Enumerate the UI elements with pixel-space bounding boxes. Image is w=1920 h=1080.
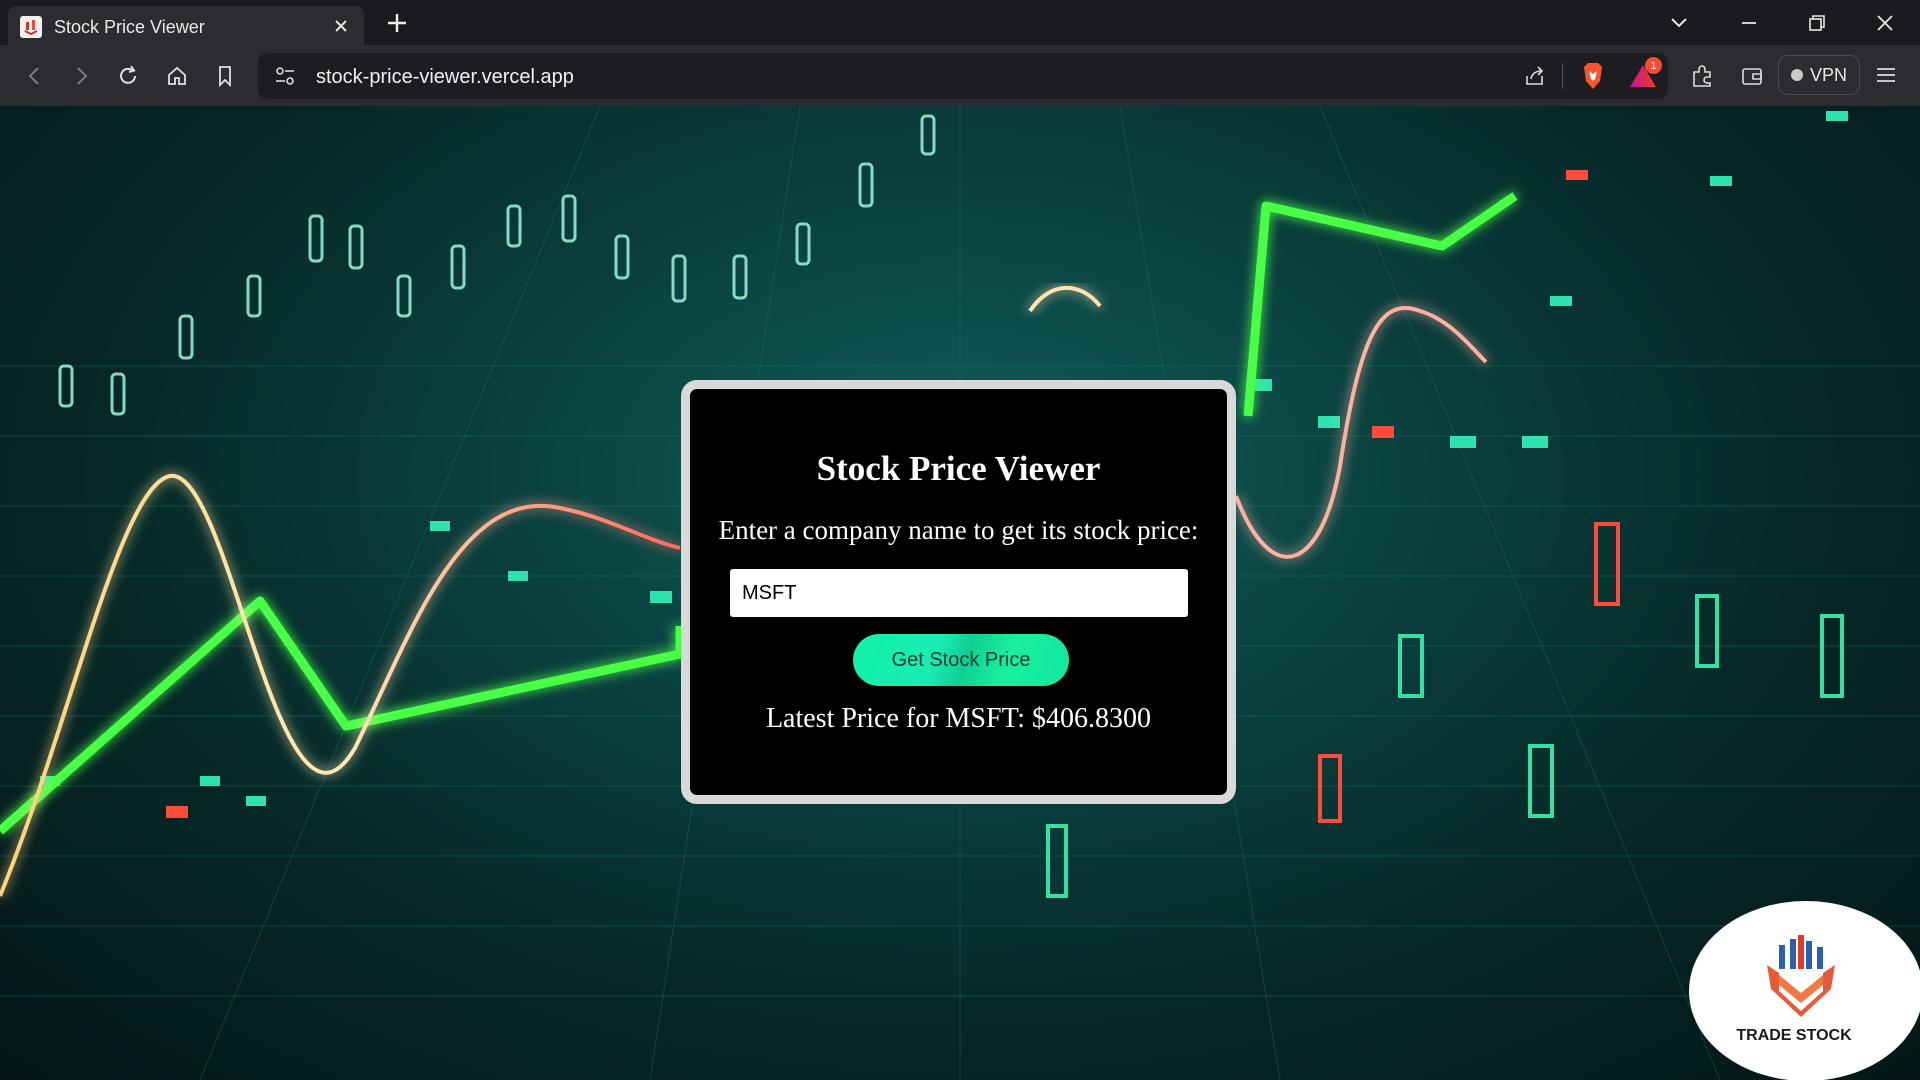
back-icon[interactable] xyxy=(20,61,50,91)
menu-icon[interactable] xyxy=(1872,61,1900,94)
vpn-label: VPN xyxy=(1809,64,1847,85)
brave-shield-icon[interactable] xyxy=(1580,61,1606,96)
page-viewport: Stock Price Viewer Enter a company name … xyxy=(0,106,1920,1080)
tab-title: Stock Price Viewer xyxy=(54,17,205,37)
stock-viewer-card: Stock Price Viewer Enter a company name … xyxy=(681,380,1236,804)
notification-badge: 1 xyxy=(1645,57,1662,74)
forward-icon[interactable] xyxy=(66,61,96,91)
wallet-icon[interactable] xyxy=(1738,62,1766,95)
trade-stock-logo: TRADE STOCK xyxy=(1689,901,1920,1080)
instruction-text: Enter a company name to get its stock pr… xyxy=(718,515,1199,545)
bookmark-icon[interactable] xyxy=(210,61,240,91)
page-title: Stock Price Viewer xyxy=(816,449,1101,488)
tab-favicon-icon xyxy=(20,16,42,38)
browser-tab[interactable]: Stock Price Viewer xyxy=(8,6,364,45)
toolbar-divider xyxy=(1562,63,1563,89)
minimize-icon[interactable] xyxy=(1736,10,1762,36)
get-stock-price-button[interactable]: Get Stock Price xyxy=(853,634,1069,686)
company-input[interactable] xyxy=(730,569,1188,617)
url-text[interactable]: stock-price-viewer.vercel.app xyxy=(316,66,574,89)
address-bar[interactable]: stock-price-viewer.vercel.app xyxy=(258,53,1668,99)
plus-icon[interactable] xyxy=(384,10,410,36)
price-result: Latest Price for MSFT: $406.8300 xyxy=(765,703,1152,734)
browser-toolbar: stock-price-viewer.vercel.app 1 VPN xyxy=(0,45,1920,106)
vpn-status-icon xyxy=(1790,69,1803,81)
tab-bar: Stock Price Viewer xyxy=(0,0,1920,45)
home-icon[interactable] xyxy=(162,61,192,91)
close-window-icon[interactable] xyxy=(1872,10,1898,36)
share-icon[interactable] xyxy=(1522,63,1548,94)
close-icon[interactable] xyxy=(332,17,350,35)
chevron-down-icon[interactable] xyxy=(1666,10,1692,36)
restore-icon[interactable] xyxy=(1804,10,1830,36)
reload-icon[interactable] xyxy=(113,61,143,91)
site-settings-icon[interactable] xyxy=(272,63,298,94)
extensions-icon[interactable] xyxy=(1688,62,1716,95)
vpn-button[interactable]: VPN xyxy=(1778,55,1860,95)
logo-text: TRADE STOCK xyxy=(1736,1027,1852,1044)
logo-emblem-icon xyxy=(1767,935,1835,1017)
